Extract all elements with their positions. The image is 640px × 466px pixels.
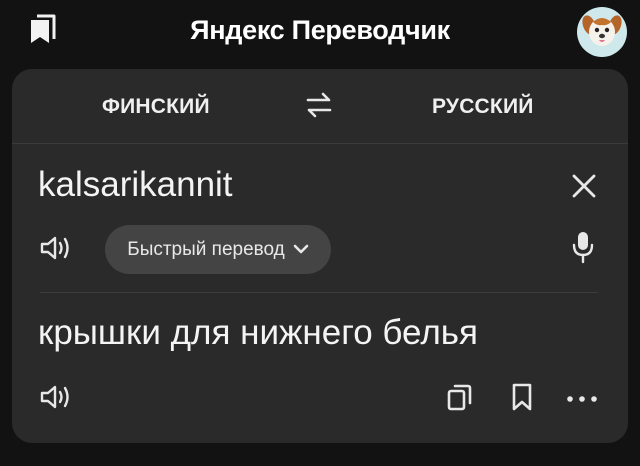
swap-arrows-icon [304,92,334,123]
quick-translate-button[interactable]: Быстрый перевод [105,225,331,274]
translator-card: ФИНСКИЙ РУССКИЙ kalsarikannit Быстрый пе… [12,69,628,443]
divider [40,292,598,293]
microphone-icon [571,230,595,269]
save-translation-button[interactable] [508,383,536,415]
source-language-button[interactable]: ФИНСКИЙ [102,95,210,119]
listen-source-button[interactable] [38,235,74,265]
avatar[interactable] [577,7,627,57]
copy-button[interactable] [444,383,476,415]
source-text-input[interactable]: kalsarikannit [38,165,233,205]
bookmark-icon [511,382,533,417]
chevron-down-icon [293,239,309,261]
speaker-icon [39,383,73,416]
close-icon [571,173,597,204]
divider [12,143,628,144]
listen-translation-button[interactable] [38,384,74,414]
top-bar: Яндекс Переводчик [0,0,640,66]
microphone-button[interactable] [568,231,598,267]
more-options-button[interactable] [564,387,600,411]
swap-languages-button[interactable] [302,92,336,122]
translation-text: крышки для нижнего белья [38,313,478,352]
speaker-icon [39,234,73,267]
app-title: Яндекс Переводчик [190,15,450,45]
dog-avatar-icon [580,8,624,57]
quick-translate-label: Быстрый перевод [127,238,285,260]
copy-icon [446,382,474,417]
more-dots-icon [566,390,598,408]
target-language-button[interactable]: РУССКИЙ [432,95,534,119]
clear-button[interactable] [568,172,600,204]
